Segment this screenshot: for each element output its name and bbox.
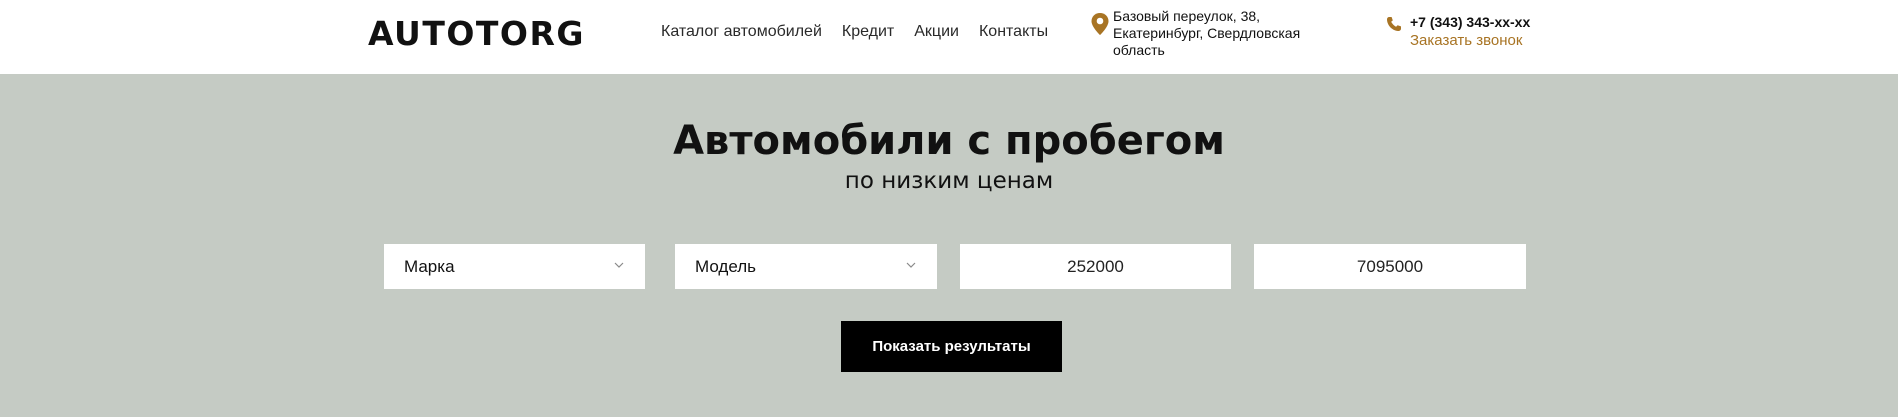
callback-link[interactable]: Заказать звонок	[1410, 32, 1522, 49]
show-results-button[interactable]: Показать результаты	[841, 321, 1062, 372]
nav-item-contacts[interactable]: Контакты	[979, 23, 1048, 41]
phone-icon	[1387, 17, 1401, 31]
price-from-input[interactable]	[960, 244, 1231, 289]
nav-item-catalog[interactable]: Каталог автомобилей	[661, 23, 822, 41]
hero-subtitle: по низким ценам	[844, 168, 1054, 194]
model-select-value: Модель	[695, 256, 757, 276]
main-nav: Каталог автомобилей Кредит Акции Контакт…	[661, 23, 1048, 41]
model-select[interactable]: Модель	[675, 244, 937, 289]
address-text: Базовый переулок, 38, Екатеринбург, Свер…	[1113, 8, 1301, 58]
site-header: AUTOTORG Каталог автомобилей Кредит Акци…	[0, 0, 1898, 74]
nav-item-credit[interactable]: Кредит	[842, 23, 894, 41]
map-pin-icon	[1091, 13, 1109, 35]
brand-select[interactable]: Марка	[384, 244, 645, 289]
brand-select-value: Марка	[404, 256, 455, 276]
phone-number[interactable]: +7 (343) 343-xx-xx	[1410, 14, 1530, 30]
price-to-input[interactable]	[1254, 244, 1526, 289]
chevron-down-icon	[906, 262, 916, 268]
nav-item-promotions[interactable]: Акции	[914, 23, 959, 41]
chevron-down-icon	[614, 262, 624, 268]
site-logo[interactable]: AUTOTORG	[368, 14, 585, 53]
hero-title: Автомобили с пробегом	[673, 118, 1225, 164]
